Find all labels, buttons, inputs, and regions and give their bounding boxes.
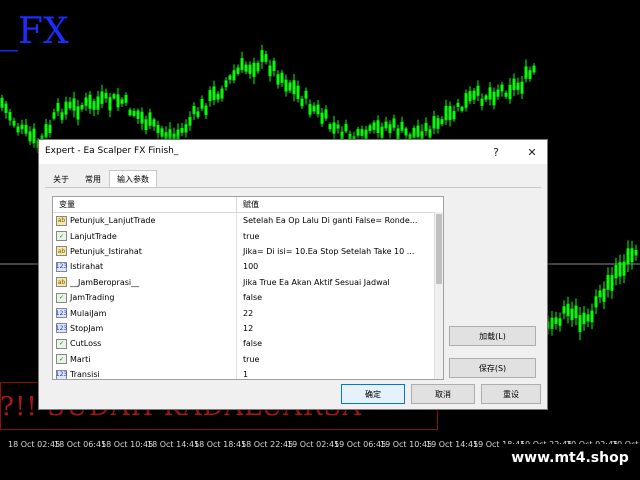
title-bar: Expert - Ea Scalper FX Finish_ ? ✕ [39, 140, 547, 164]
grid-header: 变量 赋值 [53, 197, 443, 213]
param-name: JamTrading [70, 293, 115, 303]
table-row[interactable]: 123 Istirahat 100 [53, 259, 443, 275]
param-value[interactable]: true [237, 352, 433, 367]
scrollbar-thumb[interactable] [436, 214, 442, 284]
param-value[interactable]: Jika= Di isi= 10.Ea Stop Setelah Take 10… [237, 244, 433, 259]
reset-button[interactable]: 重设 [481, 384, 541, 404]
symbol-label: _FX [0, 11, 69, 52]
close-icon[interactable]: ✕ [523, 143, 541, 161]
table-row[interactable]: ab __JamBeroprasi__ Jika True Ea Akan Akti… [53, 274, 443, 290]
time-label: 18 Oct 02:45 [8, 440, 61, 449]
param-name: Petunjuk_Istirahat [70, 246, 142, 256]
param-name-cell: ab __JamBeroprasi__ [53, 274, 237, 290]
param-name-cell: 123 StopJam [53, 320, 237, 337]
time-label: 19 Oct 10:45 [380, 440, 433, 449]
grid-scrollbar[interactable] [434, 212, 443, 379]
param-type-icon: ✓ [56, 354, 67, 365]
time-label: 18 Oct 06:45 [54, 440, 107, 449]
param-type-icon: ab [56, 277, 67, 288]
param-value[interactable]: false [237, 336, 433, 351]
parameters-grid: 变量 赋值 ab Petunjuk_LanjutTrade Setelah Ea O… [52, 196, 444, 380]
param-type-icon: 123 [55, 261, 68, 272]
param-value[interactable]: 12 [237, 321, 433, 336]
param-value[interactable]: Jika True Ea Akan Aktif Sesuai Jadwal [237, 275, 433, 290]
dialog-title: Expert - Ea Scalper FX Finish_ [45, 146, 179, 156]
table-row[interactable]: 123 MulaiJam 22 [53, 305, 443, 321]
watermark: www.mt4.shop [500, 444, 640, 472]
param-name-cell: ✓ LanjutTrade [53, 228, 237, 244]
param-name-cell: ✓ JamTrading [53, 289, 237, 306]
time-label: 18 Oct 10:45 [101, 440, 154, 449]
help-icon[interactable]: ? [487, 143, 505, 161]
param-name-cell: ✓ CutLoss [53, 336, 237, 352]
param-type-icon: ✓ [56, 292, 67, 303]
param-type-icon: 123 [55, 369, 68, 379]
table-row[interactable]: 123 StopJam 12 [53, 320, 443, 337]
param-name-cell: 123 Istirahat [53, 259, 237, 275]
table-row[interactable]: ✓ LanjutTrade true [53, 228, 443, 244]
tab-inputs[interactable]: 输入参数 [109, 170, 157, 188]
time-label: 19 Oct 14:45 [426, 440, 479, 449]
tab-common[interactable]: 常用 [77, 170, 109, 188]
param-value[interactable]: 1 [237, 367, 433, 379]
time-label: 19 Oct 02:45 [287, 440, 340, 449]
expert-dialog: Expert - Ea Scalper FX Finish_ ? ✕ 关于 常用… [38, 139, 548, 410]
tab-about[interactable]: 关于 [45, 170, 77, 188]
param-value[interactable]: 100 [237, 259, 433, 274]
param-name-cell: ab Petunjuk_Istirahat [53, 243, 237, 260]
table-row[interactable]: 123 Transisi 1 [53, 366, 443, 380]
param-value[interactable]: 22 [237, 305, 433, 320]
param-name: StopJam [70, 323, 104, 333]
table-row[interactable]: ✓ CutLoss false [53, 336, 443, 352]
header-value[interactable]: 赋值 [237, 197, 433, 212]
param-name: Petunjuk_LanjutTrade [70, 216, 156, 226]
param-type-icon: ab [56, 246, 67, 257]
param-name: MulaiJam [70, 308, 107, 318]
header-variable[interactable]: 变量 [53, 197, 237, 212]
cancel-button[interactable]: 取消 [411, 384, 475, 404]
param-type-icon: 123 [55, 323, 68, 334]
param-name: __JamBeroprasi__ [70, 277, 140, 287]
table-row[interactable]: ab Petunjuk_Istirahat Jika= Di isi= 10.Ea … [53, 243, 443, 260]
tab-bar: 关于 常用 输入参数 [45, 170, 157, 188]
time-label: 19 Oct 06:45 [334, 440, 387, 449]
param-type-icon: ab [56, 215, 67, 226]
param-name: LanjutTrade [70, 231, 117, 241]
param-name-cell: ab Petunjuk_LanjutTrade [53, 213, 237, 229]
time-label: 18 Oct 22:45 [241, 440, 294, 449]
param-type-icon: ✓ [56, 231, 67, 242]
grid-rows: ab Petunjuk_LanjutTrade Setelah Ea Op Lalu… [53, 213, 443, 380]
time-label: 18 Oct 14:45 [147, 440, 200, 449]
save-button[interactable]: 保存(S) [449, 358, 536, 378]
param-type-icon: 123 [55, 308, 68, 319]
table-row[interactable]: ab Petunjuk_LanjutTrade Setelah Ea Op Lalu… [53, 213, 443, 229]
param-name-cell: 123 MulaiJam [53, 305, 237, 321]
param-name: Marti [70, 354, 91, 364]
inputs-panel: 变量 赋值 ab Petunjuk_LanjutTrade Setelah Ea O… [45, 187, 541, 406]
param-name-cell: ✓ Marti [53, 351, 237, 367]
param-name-cell: 123 Transisi [53, 366, 237, 380]
param-value[interactable]: Setelah Ea Op Lalu Di ganti False= Ronde… [237, 213, 433, 228]
param-value[interactable]: true [237, 228, 433, 243]
table-row[interactable]: ✓ Marti true [53, 351, 443, 367]
param-name: CutLoss [70, 339, 102, 349]
param-value[interactable]: false [237, 290, 433, 305]
param-type-icon: ✓ [56, 338, 67, 349]
param-name: Istirahat [70, 262, 104, 272]
ok-button[interactable]: 确定 [341, 384, 405, 404]
load-button[interactable]: 加载(L) [449, 326, 536, 346]
table-row[interactable]: ✓ JamTrading false [53, 289, 443, 306]
time-label: 18 Oct 18:45 [194, 440, 247, 449]
param-name: Transisi [70, 370, 100, 380]
